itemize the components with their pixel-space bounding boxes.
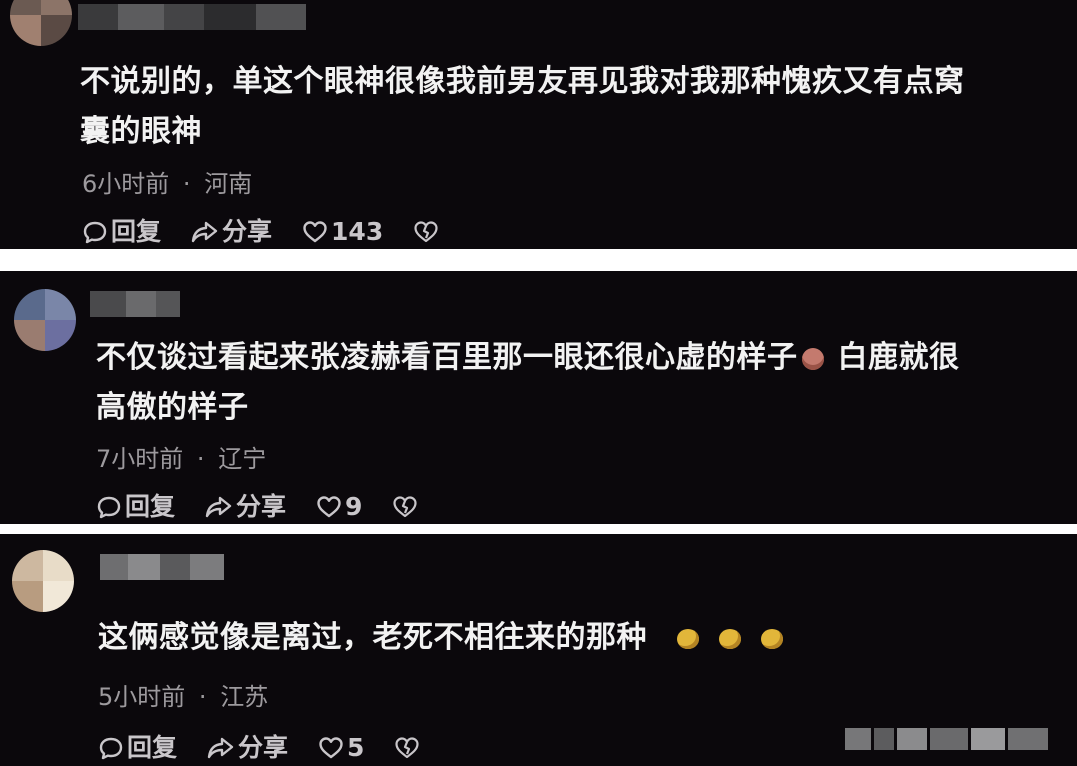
comment-icon: [82, 219, 108, 245]
dislike-heart-icon: [413, 220, 439, 244]
dislike-heart-icon: [392, 495, 418, 519]
avatar[interactable]: [10, 0, 72, 46]
comment-location: 江苏: [220, 683, 269, 711]
share-icon: [191, 219, 219, 245]
reply-label: 回复: [127, 733, 178, 762]
comment-time: 6小时前: [82, 170, 170, 198]
dislike-button[interactable]: [392, 495, 418, 519]
avatar[interactable]: [12, 550, 74, 612]
reply-label: 回复: [125, 492, 176, 521]
comment-meta: 5小时前 · 江苏: [98, 682, 268, 712]
comment-text-line: 这俩感觉像是离过，老死不相往来的那种: [98, 613, 783, 663]
comment-card-3: 这俩感觉像是离过，老死不相往来的那种 5小时前 · 江苏 回复 分享 5: [0, 534, 1077, 766]
comment-text-line: 不仅谈过看起来张凌赫看百里那一眼还很心虚的样子 白鹿就很: [96, 333, 960, 383]
share-label: 分享: [236, 492, 287, 521]
reply-label: 回复: [111, 217, 162, 246]
like-count: 143: [331, 217, 384, 246]
dislike-button[interactable]: [394, 736, 420, 760]
comment-text-segment: 这俩感觉像是离过，老死不相往来的那种: [98, 620, 647, 655]
share-label: 分享: [238, 733, 289, 762]
share-label: 分享: [222, 217, 273, 246]
like-button[interactable]: 143: [302, 217, 383, 247]
comment-actions: 回复 分享 5: [98, 733, 450, 763]
comment-time: 5小时前: [98, 683, 186, 711]
dislike-heart-icon: [394, 736, 420, 760]
share-icon: [205, 494, 233, 520]
comment-location: 辽宁: [218, 445, 267, 473]
comment-actions: 回复 分享 143: [82, 217, 469, 247]
comment-location: 河南: [204, 170, 253, 198]
meta-separator: ·: [196, 445, 205, 473]
username-blurred[interactable]: [78, 4, 306, 30]
meta-separator: ·: [198, 683, 207, 711]
reply-button[interactable]: 回复: [82, 217, 161, 247]
watermark-blurred: [845, 728, 1051, 750]
heart-icon: [316, 495, 342, 519]
avatar[interactable]: [14, 289, 76, 351]
share-button[interactable]: 分享: [207, 733, 288, 763]
share-icon: [207, 735, 235, 761]
comment-card-2: 不仅谈过看起来张凌赫看百里那一眼还很心虚的样子 白鹿就很 高傲的样子 7小时前 ·…: [0, 271, 1077, 524]
comment-icon: [98, 735, 124, 761]
comment-text-segment: 白鹿就很: [837, 340, 960, 375]
heart-icon: [302, 220, 328, 244]
heart-icon: [318, 736, 344, 760]
comment-time: 7小时前: [96, 445, 184, 473]
username-blurred[interactable]: [90, 291, 180, 317]
dislike-button[interactable]: [413, 220, 439, 244]
lemon-emoji: [677, 628, 699, 649]
pig-emoji: [801, 347, 824, 370]
comment-icon: [96, 494, 122, 520]
like-button[interactable]: 9: [316, 492, 362, 522]
comment-actions: 回复 分享 9: [96, 492, 448, 522]
like-button[interactable]: 5: [318, 733, 364, 763]
like-count: 9: [345, 492, 363, 521]
comment-meta: 7小时前 · 辽宁: [96, 444, 266, 474]
comment-text-line: 不说别的，单这个眼神很像我前男友再见我对我那种愧疚又有点窝: [80, 64, 965, 99]
lemon-emoji: [719, 628, 741, 649]
lemon-emoji: [761, 628, 783, 649]
share-button[interactable]: 分享: [205, 492, 286, 522]
reply-button[interactable]: 回复: [98, 733, 177, 763]
comment-text: 不仅谈过看起来张凌赫看百里那一眼还很心虚的样子 白鹿就很 高傲的样子: [96, 333, 960, 433]
comment-text: 不说别的，单这个眼神很像我前男友再见我对我那种愧疚又有点窝 囊的眼神: [80, 57, 965, 157]
comment-text-line: 囊的眼神: [80, 114, 202, 149]
meta-separator: ·: [182, 170, 191, 198]
comment-card-1: 不说别的，单这个眼神很像我前男友再见我对我那种愧疚又有点窝 囊的眼神 6小时前 …: [0, 0, 1077, 249]
comment-meta: 6小时前 · 河南: [82, 169, 252, 199]
comment-text-line: 高傲的样子: [96, 390, 249, 425]
like-count: 5: [347, 733, 365, 762]
share-button[interactable]: 分享: [191, 217, 272, 247]
comment-text-segment: 不仅谈过看起来张凌赫看百里那一眼还很心虚的样子: [96, 340, 798, 375]
comment-text: 这俩感觉像是离过，老死不相往来的那种: [98, 613, 783, 663]
username-blurred[interactable]: [100, 554, 224, 580]
reply-button[interactable]: 回复: [96, 492, 175, 522]
